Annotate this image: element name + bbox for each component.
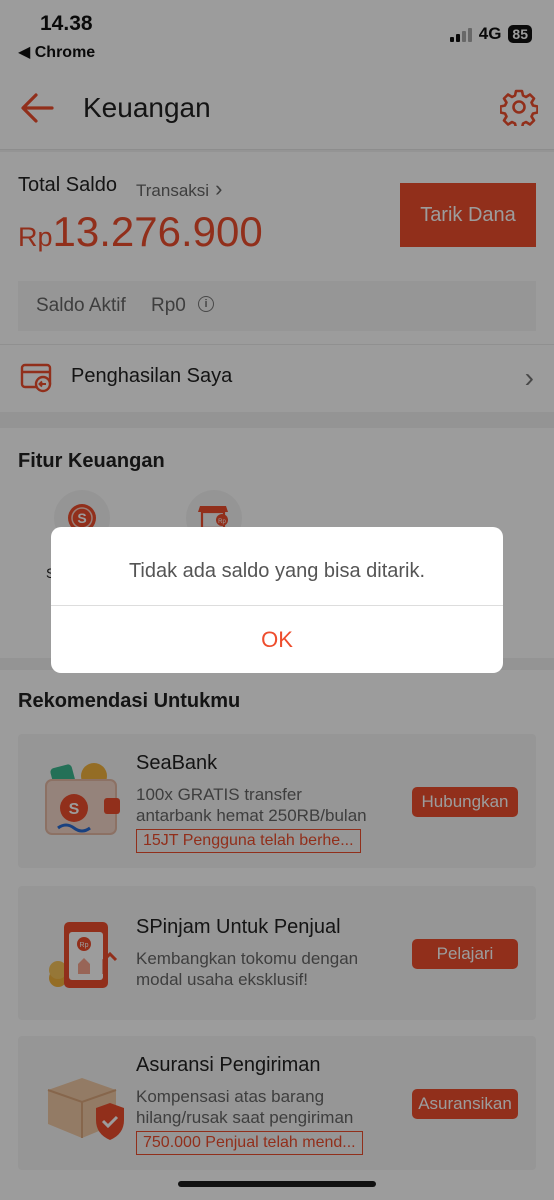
dialog-message: Tidak ada saldo yang bisa ditarik. — [128, 560, 426, 582]
home-indicator[interactable] — [178, 1181, 376, 1187]
ok-button[interactable]: OK — [51, 606, 503, 673]
alert-dialog: Tidak ada saldo yang bisa ditarik. OK — [51, 527, 503, 673]
